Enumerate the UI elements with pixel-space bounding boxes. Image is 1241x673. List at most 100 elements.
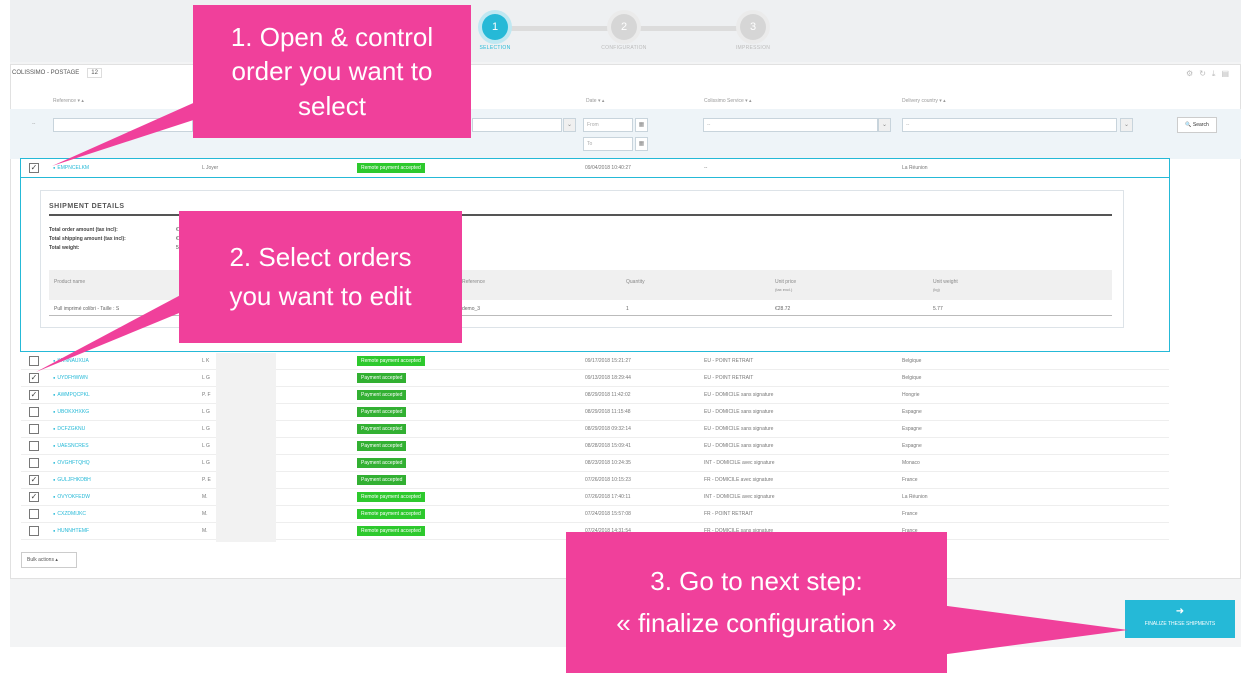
row-checkbox[interactable]	[29, 424, 39, 434]
search-button[interactable]: 🔍 Search	[1177, 117, 1217, 133]
col-reference: Reference	[462, 279, 486, 285]
order-service: EU - DOMICILE sans signature	[704, 392, 774, 398]
row-checkbox[interactable]: ✓	[29, 390, 39, 400]
row-checkbox[interactable]: ✓	[29, 373, 39, 383]
order-country: France	[902, 477, 918, 483]
chevron-down-icon[interactable]: ⌄	[1120, 118, 1133, 132]
app-root: 1 SELECTION 2 CONFIGURATION 3 IMPRESSION…	[0, 0, 1241, 673]
order-reference-link[interactable]: GULJFHKDBH	[53, 477, 90, 483]
col-unit-weight: Unit weight	[933, 279, 958, 285]
customer-name: L K	[202, 358, 210, 364]
order-country: Monaco	[902, 460, 920, 466]
order-country: Espagne	[902, 443, 922, 449]
row-checkbox[interactable]	[29, 458, 39, 468]
col-unit-price-sub: (tax excl.)	[775, 287, 793, 292]
header-service[interactable]: Colissimo Service ▾ ▴	[704, 98, 752, 104]
product-name: Pull imprimé colibri - Taille : S	[54, 306, 120, 312]
order-country: La Réunion	[902, 165, 928, 171]
product-unit-weight: 5.77	[933, 306, 943, 312]
order-reference-link[interactable]: KRNNAUXUA	[53, 358, 88, 364]
step-impression[interactable]: 3 IMPRESSION	[693, 14, 813, 51]
order-country: France	[902, 511, 918, 517]
status-badge: Remote payment accepted	[357, 526, 425, 536]
status-badge: Payment accepted	[357, 458, 407, 468]
country-filter-select[interactable]: --	[902, 118, 1117, 132]
panel-title: COLISSIMO - POSTAGE	[12, 70, 80, 76]
step-label: CONFIGURATION	[601, 45, 647, 51]
order-reference-link[interactable]: UYDFHWWN	[53, 375, 87, 381]
status-badge: Remote payment accepted	[357, 509, 425, 519]
customer-name: M.	[202, 528, 208, 534]
row-checkbox[interactable]: ✓	[29, 163, 39, 173]
customer-name: L Joyer	[202, 165, 219, 171]
finalize-shipments-button[interactable]: ➜ FINALIZE THESE SHIPMENTS	[1125, 600, 1235, 638]
callout-open-order: 1. Open & control order you want to sele…	[193, 5, 471, 138]
order-country: Belgique	[902, 358, 922, 364]
order-service: FR - POINT RETRAIT	[704, 511, 754, 517]
row-checkbox[interactable]: ✓	[29, 492, 39, 502]
order-service: INT - DOMICILE avec signature	[704, 494, 775, 500]
col-product-name: Product name	[54, 279, 86, 285]
product-unit-price: €28.72	[775, 306, 791, 312]
settings-icon[interactable]: ⚙	[1186, 69, 1193, 79]
order-reference-link[interactable]: OVYOKFEDW	[53, 494, 90, 500]
callout-3-text: 3. Go to next step: « finalize configura…	[616, 565, 897, 638]
order-date: 09/13/2018 18:29:44	[585, 375, 631, 381]
export-icon[interactable]: ⤓	[1212, 69, 1216, 79]
col-quantity: Quantity	[626, 279, 645, 285]
search-label: Search	[1192, 122, 1209, 128]
col-unit-weight-sub: (kg)	[933, 287, 940, 292]
callout-1-text: 1. Open & control order you want to sele…	[230, 21, 434, 121]
row-checkbox[interactable]	[29, 407, 39, 417]
status-filter-select[interactable]	[472, 118, 562, 132]
order-reference-link[interactable]: AWMPQCPKL	[53, 392, 89, 398]
chevron-down-icon[interactable]: ⌄	[563, 118, 576, 132]
callout-select-orders: 2. Select orders you want to edit	[179, 211, 462, 343]
date-from-input[interactable]: From	[583, 118, 633, 132]
row-checkbox[interactable]	[29, 526, 39, 536]
reference-filter-input[interactable]	[53, 118, 193, 132]
database-icon[interactable]: ▤	[1221, 69, 1229, 79]
chevron-down-icon[interactable]: ⌄	[878, 118, 891, 132]
header-country[interactable]: Delivery country ▾ ▴	[902, 98, 946, 104]
col-unit-price: Unit price	[775, 279, 797, 285]
order-reference-link[interactable]: UAESNCRES	[53, 443, 88, 449]
status-badge: Payment accepted	[357, 441, 407, 451]
row-checkbox[interactable]	[29, 509, 39, 519]
order-reference-link[interactable]: OVGHFTQHQ	[53, 460, 89, 466]
customer-name: M.	[202, 494, 208, 500]
order-service: EU - DOMICILE sans signature	[704, 409, 774, 415]
callout-next-step: 3. Go to next step: « finalize configura…	[566, 532, 947, 673]
order-country: Hongrie	[902, 392, 920, 398]
customer-name: M.	[202, 511, 208, 517]
order-reference-link[interactable]: EMPNCELKM	[53, 165, 89, 171]
date-to-input[interactable]: To	[583, 137, 633, 151]
order-reference-link[interactable]: UBOKXHXKG	[53, 409, 89, 415]
header-reference[interactable]: Reference ▾ ▴	[53, 98, 84, 104]
calendar-icon[interactable]: ▦	[635, 137, 648, 151]
status-badge: Payment accepted	[357, 424, 407, 434]
calendar-icon[interactable]: ▦	[635, 118, 648, 132]
callout-2-text: 2. Select orders you want to edit	[229, 242, 412, 311]
total-shipping-label: Total shipping amount (tax incl):	[49, 236, 126, 242]
status-badge: Payment accepted	[357, 475, 407, 485]
order-reference-link[interactable]: CXZDMIJKC	[53, 511, 86, 517]
row-checkbox[interactable]: ✓	[29, 475, 39, 485]
bulk-actions-button[interactable]: Bulk actions ▴	[21, 552, 77, 568]
row-checkbox[interactable]	[29, 356, 39, 366]
order-service: EU - POINT RETRAIT	[704, 375, 754, 381]
order-date: 09/17/2018 15:21:27	[585, 358, 631, 364]
order-reference-link[interactable]: HUNNHTEMF	[53, 528, 89, 534]
header-date[interactable]: Date ▾ ▴	[586, 98, 604, 104]
step-configuration[interactable]: 2 CONFIGURATION	[564, 14, 684, 51]
status-badge: Remote payment accepted	[357, 356, 425, 366]
order-reference-link[interactable]: DCFZGKNU	[53, 426, 85, 432]
finalize-shipments-label: FINALIZE THESE SHIPMENTS	[1144, 621, 1216, 627]
status-badge: Payment accepted	[357, 390, 407, 400]
order-service: EU - DOMICILE sans signature	[704, 426, 774, 432]
service-filter-select[interactable]: --	[703, 118, 878, 132]
refresh-icon[interactable]: ↻	[1199, 69, 1206, 79]
order-date: 08/29/2018 11:42:02	[585, 392, 631, 398]
row-checkbox[interactable]	[29, 441, 39, 451]
order-country: Espagne	[902, 426, 922, 432]
